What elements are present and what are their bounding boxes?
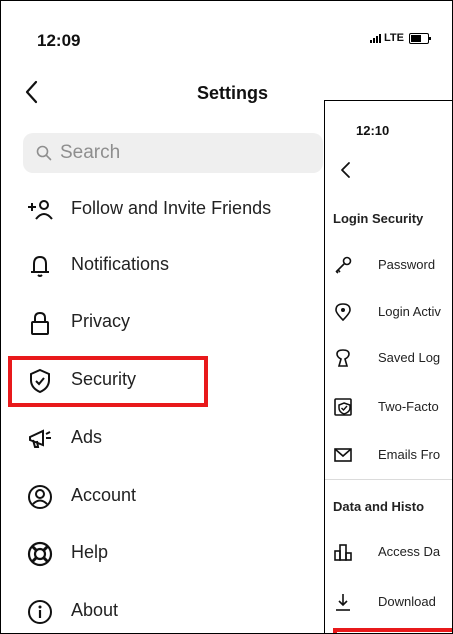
search-bar[interactable]: [23, 133, 323, 173]
search-input[interactable]: [58, 141, 302, 165]
page-title: Settings: [197, 83, 269, 103]
menu-item-help[interactable]: Help: [1, 533, 321, 573]
menu-item-label: Privacy: [71, 311, 131, 331]
security-highlight-box: [8, 356, 208, 407]
status-indicators: LTE: [370, 32, 431, 44]
key-icon: [335, 256, 352, 274]
item-label: Saved Log: [378, 350, 441, 365]
item-saved-login[interactable]: Saved Log: [325, 343, 452, 373]
section-divider: [325, 479, 452, 480]
bar-chart-icon: [334, 544, 352, 561]
envelope-icon: [334, 448, 352, 462]
bell-icon: [31, 255, 49, 277]
chevron-left-icon: [25, 80, 38, 104]
menu-item-label: Help: [71, 542, 109, 562]
menu-item-notifications[interactable]: Notifications: [1, 245, 321, 285]
security-screen-overlay: 12:10 Login Security Password Login Acti…: [324, 100, 452, 633]
add-person-icon: [28, 200, 53, 220]
menu-item-account[interactable]: Account: [1, 476, 321, 516]
item-emails-from[interactable]: Emails Fro: [325, 440, 452, 470]
battery-icon: [408, 32, 431, 44]
highlight-box: [333, 628, 452, 633]
item-label: Password: [378, 257, 436, 272]
back-button[interactable]: [339, 161, 353, 179]
menu-item-follow-invite[interactable]: Follow and Invite Friends: [1, 189, 321, 229]
item-label: Two-Facto: [378, 399, 439, 414]
status-time: 12:09: [37, 31, 81, 50]
menu-item-about[interactable]: About: [1, 591, 321, 631]
search-icon: [36, 145, 52, 161]
item-label: Download: [378, 594, 436, 609]
menu-item-privacy[interactable]: Privacy: [1, 302, 321, 342]
item-access-data[interactable]: Access Da: [325, 537, 452, 567]
phone-shield-icon: [334, 398, 352, 416]
menu-item-label: Account: [71, 485, 137, 505]
lock-icon: [31, 311, 49, 335]
account-circle-icon: [28, 485, 52, 509]
section-title-data-history: Data and Histo: [333, 499, 425, 514]
megaphone-icon: [29, 429, 51, 448]
item-password[interactable]: Password: [325, 250, 452, 280]
location-pin-icon: [335, 303, 351, 322]
item-label: Login Activ: [378, 304, 441, 319]
download-icon: [336, 594, 350, 611]
status-time: 12:10: [356, 123, 390, 138]
signal-icon: [370, 33, 381, 43]
item-label: Emails Fro: [378, 447, 441, 462]
screenshot-frame: 12:09 LTE Settings Follow and Invite Fri…: [0, 0, 453, 634]
item-login-activity[interactable]: Login Activ: [325, 297, 452, 327]
back-button[interactable]: [21, 79, 45, 105]
menu-item-label: Follow and Invite Friends: [71, 198, 272, 218]
section-title-login-security: Login Security: [333, 211, 424, 226]
chevron-left-icon: [341, 162, 350, 178]
lifebuoy-icon: [27, 541, 53, 567]
network-label: LTE: [384, 32, 404, 44]
menu-item-label: About: [71, 600, 119, 620]
menu-item-ads[interactable]: Ads: [1, 418, 321, 458]
item-label: Access Da: [378, 544, 441, 559]
menu-item-label: Ads: [71, 427, 103, 447]
item-download-data[interactable]: Download: [325, 587, 452, 617]
info-icon: [28, 600, 52, 624]
menu-item-label: Notifications: [71, 254, 170, 274]
item-two-factor[interactable]: Two-Facto: [325, 392, 452, 422]
keyhole-icon: [336, 349, 350, 367]
